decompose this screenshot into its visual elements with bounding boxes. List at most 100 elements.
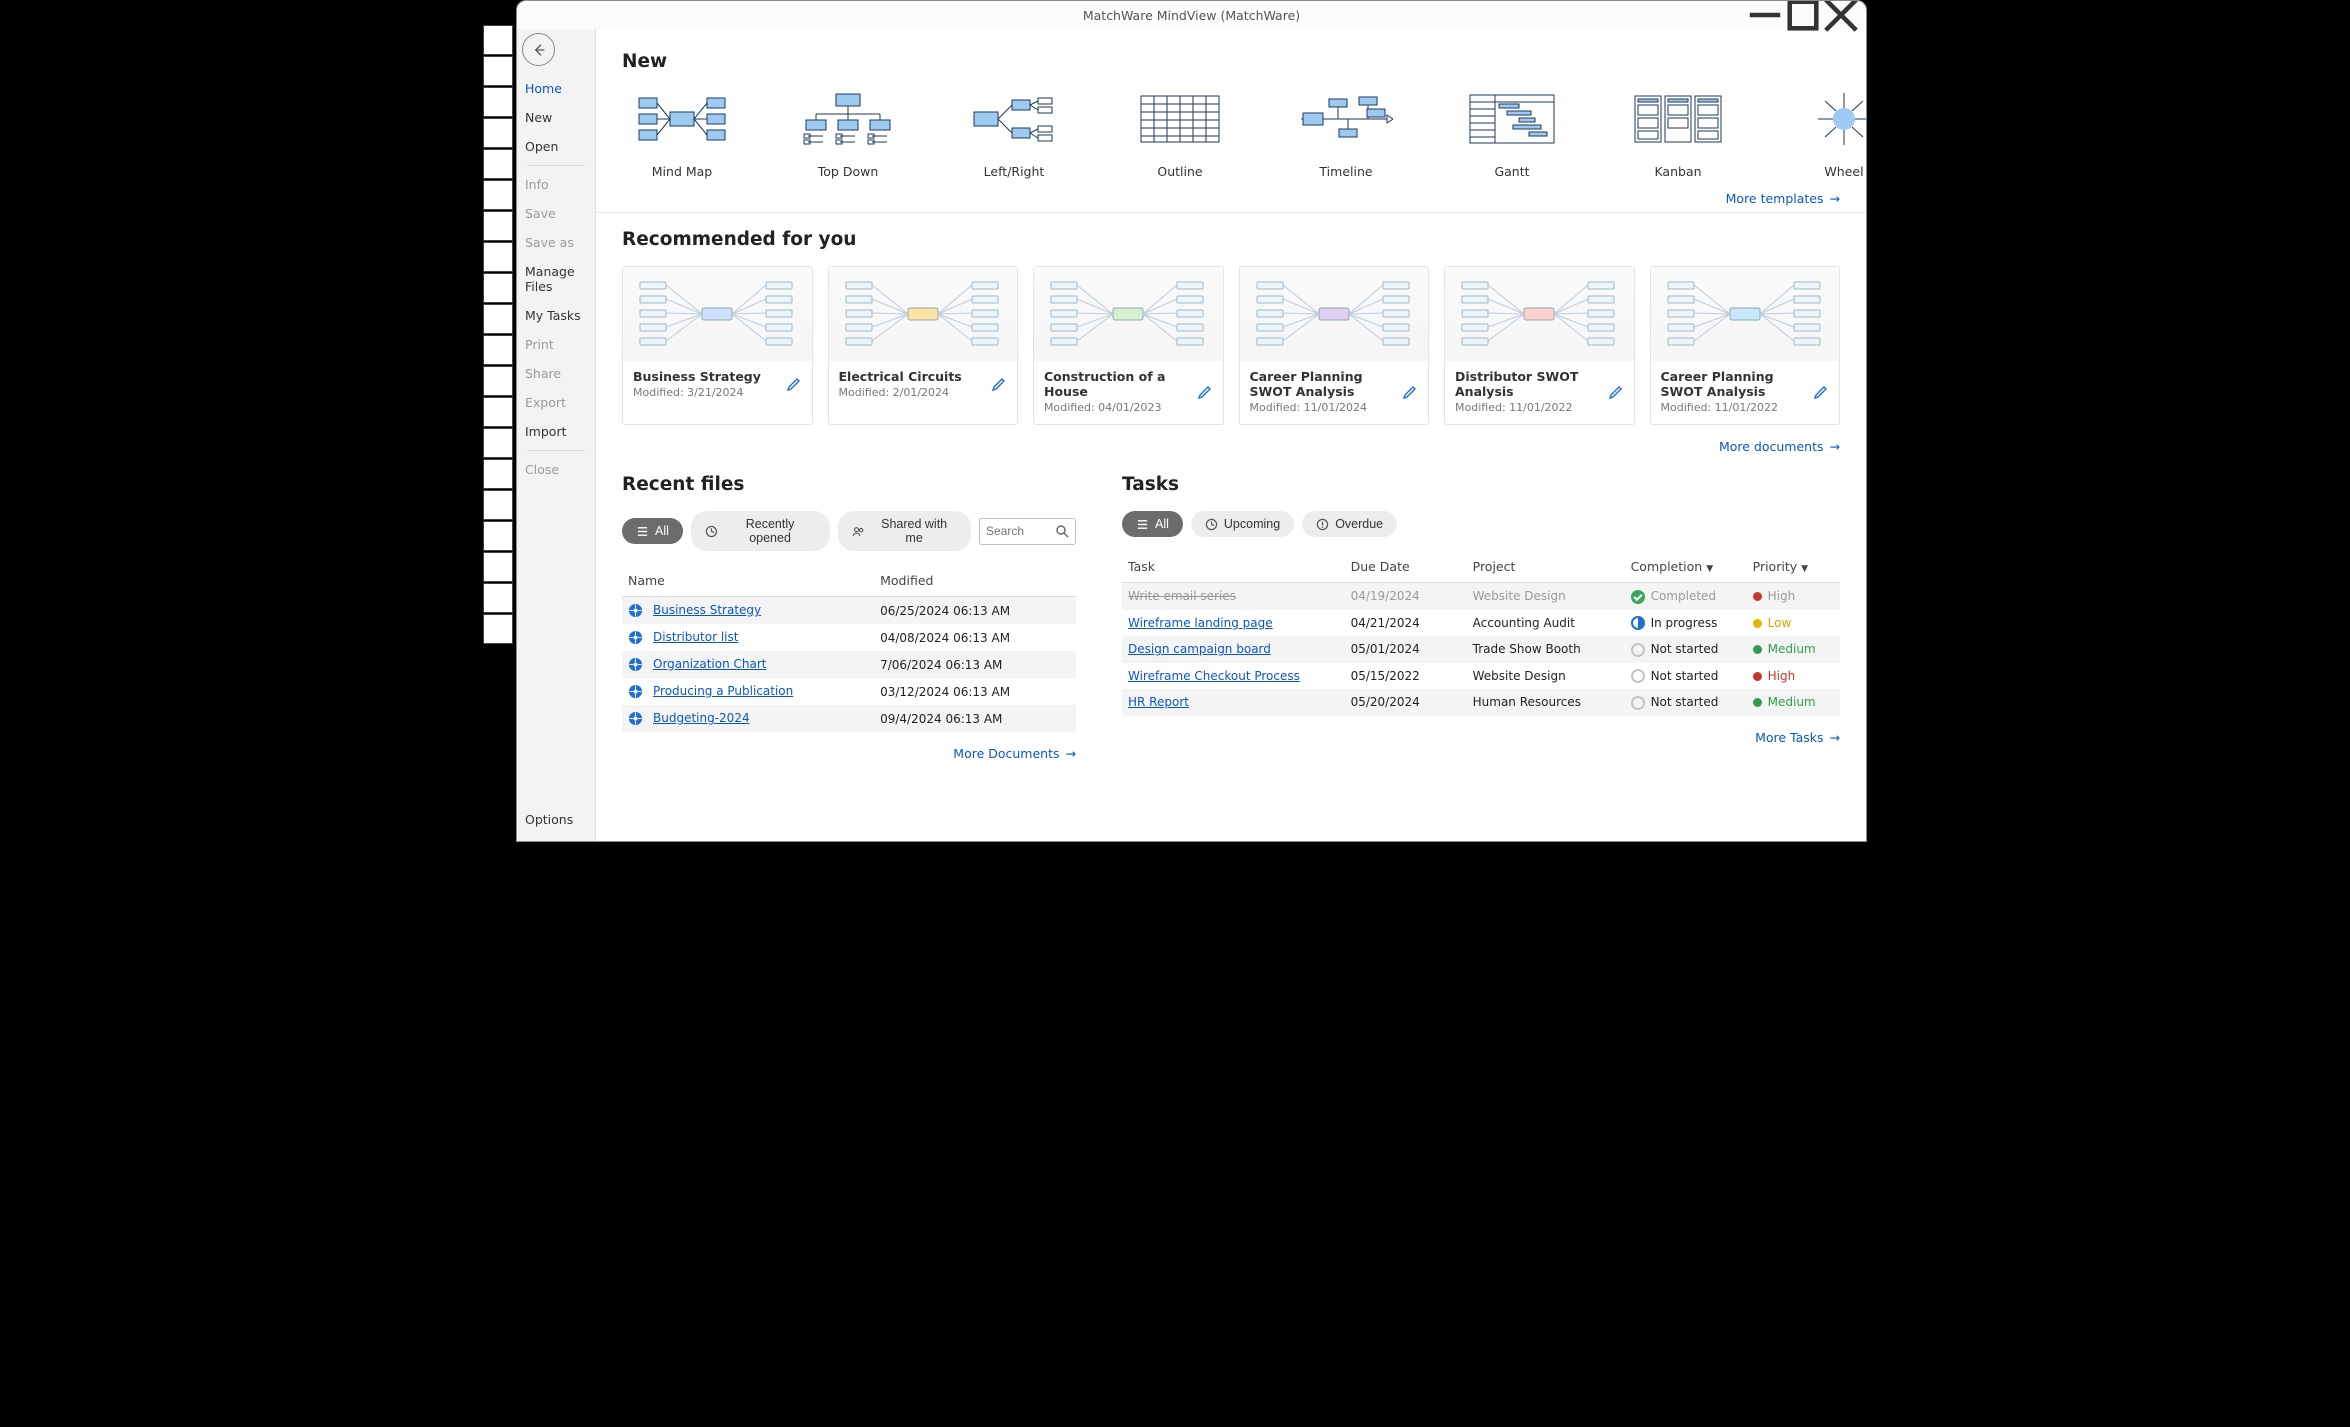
nav-save: Save — [517, 199, 595, 228]
col-completion[interactable]: Completion▼ — [1625, 551, 1747, 583]
task-status: Completed — [1625, 583, 1747, 610]
nav-import[interactable]: Import — [517, 417, 595, 446]
template-label: Mind Map — [652, 164, 712, 179]
edit-icon[interactable] — [991, 376, 1007, 392]
window-maximize-button[interactable] — [1784, 1, 1822, 29]
search-input[interactable] — [986, 524, 1046, 538]
nav-close: Close — [517, 455, 595, 484]
chip-recently-opened[interactable]: Recently opened — [691, 511, 830, 551]
nav-print: Print — [517, 330, 595, 359]
recommended-card[interactable]: Electrical Circuits Modified: 2/01/2024 — [828, 266, 1019, 425]
recommended-card[interactable]: Career Planning SWOT Analysis Modified: … — [1239, 266, 1430, 425]
task-due: 05/15/2022 — [1345, 663, 1467, 690]
recent-file-row[interactable]: Distributor list04/08/2024 06:13 AM — [622, 624, 1076, 651]
template-left-right[interactable]: Left/Right — [954, 88, 1074, 179]
file-link[interactable]: Producing a Publication — [653, 684, 793, 698]
task-link[interactable]: Write email series — [1128, 589, 1236, 603]
sort-desc-icon: ▼ — [1706, 564, 1713, 574]
task-link[interactable]: Wireframe landing page — [1128, 616, 1273, 630]
task-priority: Medium — [1747, 689, 1840, 716]
task-link[interactable]: Wireframe Checkout Process — [1128, 669, 1300, 683]
task-row[interactable]: Wireframe landing page 04/21/2024 Accoun… — [1122, 610, 1840, 637]
edit-icon[interactable] — [1402, 384, 1418, 400]
status-icon — [1631, 669, 1645, 683]
more-recent-documents-link[interactable]: More Documents→ — [953, 746, 1076, 761]
col-modified[interactable]: Modified — [874, 565, 1076, 597]
template-kanban[interactable]: Kanban — [1618, 88, 1738, 179]
titlebar: MatchWare MindView (MatchWare) — [517, 1, 1866, 29]
task-link[interactable]: Design campaign board — [1128, 642, 1271, 656]
template-outline[interactable]: Outline — [1120, 88, 1240, 179]
more-tasks-link[interactable]: More Tasks→ — [1755, 730, 1840, 745]
template-mind-map[interactable]: Mind Map — [622, 88, 742, 179]
file-link[interactable]: Organization Chart — [653, 657, 767, 671]
recommended-card[interactable]: Business Strategy Modified: 3/21/2024 — [622, 266, 813, 425]
top-down-icon — [801, 92, 895, 146]
more-documents-link[interactable]: More documents→ — [1719, 439, 1840, 454]
window-close-button[interactable] — [1822, 1, 1860, 29]
recent-file-row[interactable]: Organization Chart7/06/2024 06:13 AM — [622, 651, 1076, 678]
edit-icon[interactable] — [1608, 384, 1624, 400]
recent-file-row[interactable]: Budgeting-202409/4/2024 06:13 AM — [622, 705, 1076, 732]
template-wheel[interactable]: Wheel — [1784, 88, 1866, 179]
template-timeline[interactable]: Timeline — [1286, 88, 1406, 179]
nav-export: Export — [517, 388, 595, 417]
task-project: Trade Show Booth — [1467, 636, 1625, 663]
file-link[interactable]: Business Strategy — [653, 603, 761, 617]
col-name[interactable]: Name — [622, 565, 874, 597]
task-project: Website Design — [1467, 583, 1625, 610]
card-title: Construction of a House — [1044, 369, 1197, 399]
card-thumbnail — [829, 267, 1018, 361]
task-project: Website Design — [1467, 663, 1625, 690]
nav-open[interactable]: Open — [517, 132, 595, 161]
back-button[interactable] — [522, 33, 555, 66]
card-thumbnail — [1034, 267, 1223, 361]
more-templates-link[interactable]: More templates→ — [1726, 191, 1840, 206]
clock-icon — [705, 525, 718, 538]
chip-overdue[interactable]: Overdue — [1302, 511, 1397, 537]
edit-icon[interactable] — [1813, 384, 1829, 400]
template-label: Gantt — [1494, 164, 1529, 179]
arrow-right-icon: → — [1066, 746, 1076, 761]
col-task[interactable]: Task — [1122, 551, 1345, 583]
col-priority[interactable]: Priority▼ — [1747, 551, 1840, 583]
search-box[interactable] — [979, 518, 1076, 545]
col-project[interactable]: Project — [1467, 551, 1625, 583]
nav-new[interactable]: New — [517, 103, 595, 132]
mindview-file-icon — [628, 603, 643, 618]
window-minimize-button[interactable] — [1746, 1, 1784, 29]
task-link[interactable]: HR Report — [1128, 695, 1189, 709]
recent-file-row[interactable]: Business Strategy06/25/2024 06:13 AM — [622, 597, 1076, 625]
close-icon — [1822, 0, 1860, 34]
mind-map-icon — [637, 94, 727, 144]
section-title-new: New — [622, 51, 1840, 72]
chip-all-files[interactable]: All — [622, 518, 683, 544]
nav-my-tasks[interactable]: My Tasks — [517, 301, 595, 330]
chip-shared-with-me[interactable]: Shared with me — [838, 511, 971, 551]
task-row[interactable]: Wireframe Checkout Process 05/15/2022 We… — [1122, 663, 1840, 690]
nav-home[interactable]: Home — [517, 74, 595, 103]
nav-save-as: Save as — [517, 228, 595, 257]
priority-dot-icon — [1753, 672, 1762, 681]
recommended-card[interactable]: Construction of a House Modified: 04/01/… — [1033, 266, 1224, 425]
section-title-tasks: Tasks — [1122, 474, 1840, 495]
task-row[interactable]: Write email series 04/19/2024 Website De… — [1122, 583, 1840, 610]
file-link[interactable]: Distributor list — [653, 630, 738, 644]
col-due[interactable]: Due Date — [1345, 551, 1467, 583]
template-top-down[interactable]: Top Down — [788, 88, 908, 179]
edit-icon[interactable] — [786, 376, 802, 392]
chip-upcoming[interactable]: Upcoming — [1191, 511, 1294, 537]
gantt-icon — [1469, 94, 1555, 144]
arrow-right-icon: → — [1830, 439, 1840, 454]
chip-all-tasks[interactable]: All — [1122, 511, 1183, 537]
task-row[interactable]: HR Report 05/20/2024 Human Resources Not… — [1122, 689, 1840, 716]
recommended-card[interactable]: Career Planning SWOT Analysis Modified: … — [1650, 266, 1841, 425]
edit-icon[interactable] — [1197, 384, 1213, 400]
nav-manage-files[interactable]: Manage Files — [517, 257, 595, 301]
recommended-card[interactable]: Distributor SWOT Analysis Modified: 11/0… — [1444, 266, 1635, 425]
template-gantt[interactable]: Gantt — [1452, 88, 1572, 179]
recent-file-row[interactable]: Producing a Publication03/12/2024 06:13 … — [622, 678, 1076, 705]
nav-options[interactable]: Options — [517, 802, 595, 841]
file-link[interactable]: Budgeting-2024 — [653, 711, 750, 725]
task-row[interactable]: Design campaign board 05/01/2024 Trade S… — [1122, 636, 1840, 663]
